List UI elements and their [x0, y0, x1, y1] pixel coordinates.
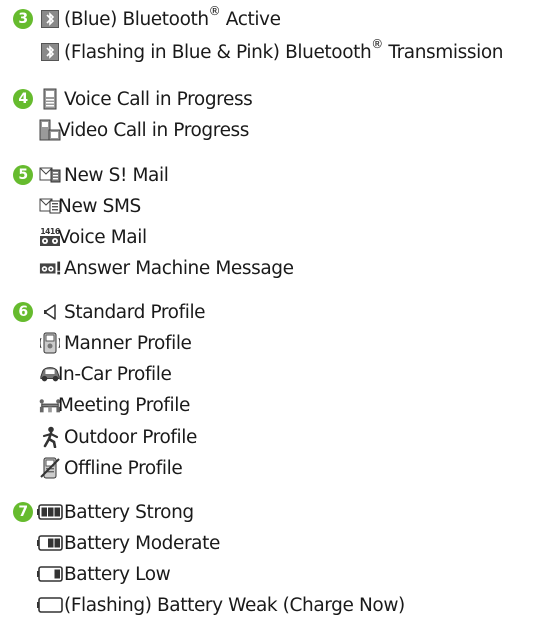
- indicator-label: Manner Profile: [64, 332, 192, 354]
- indicator-label: Battery Moderate: [64, 532, 220, 554]
- indicator-label: Battery Strong: [64, 501, 194, 523]
- indicator-label: Battery Low: [64, 563, 171, 585]
- s-mail-icon: [39, 164, 61, 186]
- battery-strong-icon: [37, 501, 63, 523]
- indicator-label: Meeting Profile: [58, 394, 190, 416]
- indicator-label: Outdoor Profile: [64, 426, 197, 448]
- indicator-label: (Blue) Bluetooth® Active: [64, 4, 281, 30]
- answer-machine-icon: [39, 257, 61, 279]
- step-badge: 4: [13, 89, 33, 109]
- indicator-label: In-Car Profile: [58, 363, 172, 385]
- indicator-label: Voice Call in Progress: [64, 88, 253, 110]
- indicator-label: Answer Machine Message: [64, 257, 294, 279]
- indicator-label: Standard Profile: [64, 301, 206, 323]
- indicator-label: (Flashing) Battery Weak (Charge Now): [64, 594, 405, 616]
- svg-text:1416: 1416: [40, 227, 59, 236]
- bluetooth-icon: [39, 41, 61, 63]
- voice-call-icon: [39, 88, 61, 110]
- outdoor-icon: [39, 426, 61, 448]
- step-badge: 3: [13, 9, 33, 29]
- manner-icon: [39, 332, 61, 354]
- battery-low-icon: [37, 563, 63, 585]
- indicator-label: Offline Profile: [64, 457, 183, 479]
- indicator-label: Voice Mail: [58, 226, 147, 248]
- step-badge: 7: [13, 502, 33, 522]
- indicator-label: (Flashing in Blue & Pink) Bluetooth® Tra…: [64, 37, 504, 63]
- step-badge: 6: [13, 302, 33, 322]
- offline-icon: [39, 457, 61, 479]
- indicator-label: New S! Mail: [64, 164, 169, 186]
- battery-moderate-icon: [37, 532, 63, 554]
- step-badge: 5: [13, 165, 33, 185]
- indicator-label: Video Call in Progress: [58, 119, 250, 141]
- bluetooth-icon: [39, 8, 61, 30]
- battery-empty-icon: [37, 594, 63, 616]
- indicator-label: New SMS: [58, 195, 141, 217]
- speaker-icon: [39, 301, 61, 323]
